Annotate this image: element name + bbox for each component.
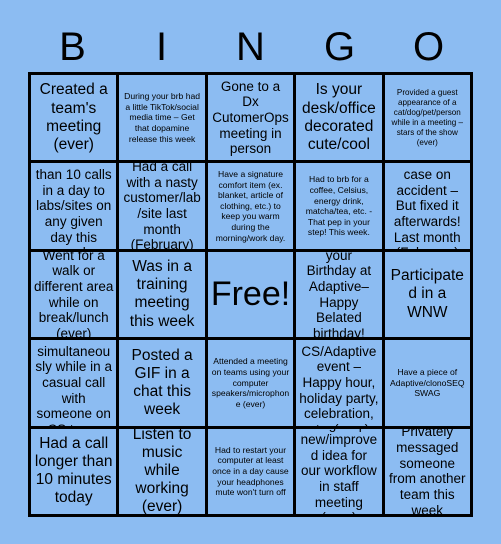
bingo-cell-text: Was in a training meeting this week: [129, 258, 195, 330]
bingo-cell[interactable]: Provided a guest appearance of a cat/dog…: [384, 75, 473, 164]
bingo-cell-text: Posted a GIF in a chat this week: [131, 346, 193, 419]
bingo-grid: Created a team's meeting (ever) During y…: [28, 72, 473, 517]
bingo-cell-text: Attended a CS/Adaptive event – Happy hou…: [299, 340, 379, 425]
bingo-cell-text: Participated in a WNW: [390, 267, 464, 321]
bingo-cell[interactable]: Was in a training meeting this week: [119, 251, 208, 341]
header-letter-g-text: G: [323, 25, 356, 69]
bingo-cell[interactable]: Is your desk/office decorated cute/cool: [296, 75, 385, 164]
bingo-cell[interactable]: Have a piece of Adaptive/clonoSEQ SWAG: [384, 340, 473, 429]
bingo-cell-text: Had a call with a nasty customer/lab/sit…: [123, 163, 201, 252]
bingo-cell-text: Have a signature comfort item (ex. blank…: [215, 169, 286, 243]
bingo-cell[interactable]: Brought up a new/improved idea for our w…: [296, 428, 385, 517]
bingo-cell[interactable]: Made more than 10 calls in a day to labs…: [31, 163, 120, 252]
bingo-cell-text: Closed a case on accident – But fixed it…: [393, 163, 461, 248]
bingo-cell[interactable]: Closed a case on accident – But fixed it…: [384, 163, 473, 252]
bingo-cell-text: Had to brb for a coffee, Celsius, energy…: [305, 174, 373, 238]
header-letter-i: I: [117, 22, 206, 72]
bingo-cell-text: During your brb had a little TikTok/soci…: [124, 91, 201, 144]
header-letter-b-text: B: [59, 25, 86, 69]
bingo-cell[interactable]: Had to restart your computer at least on…: [207, 428, 297, 517]
header-letter-g: G: [295, 22, 384, 72]
bingo-cell[interactable]: Posted a GIF in a chat this week: [119, 340, 208, 429]
header-letter-o-text: O: [412, 25, 445, 69]
bingo-cell-text: Have a piece of Adaptive/clonoSEQ SWAG: [390, 367, 465, 399]
bingo-cell[interactable]: Had to brb for a coffee, Celsius, energy…: [296, 163, 385, 252]
bingo-cell[interactable]: During your brb had a little TikTok/soci…: [119, 75, 208, 164]
bingo-cell-text: Went for a walk or different area while …: [34, 251, 114, 341]
bingo-cell[interactable]: Worked on your Birthday at Adaptive– Hap…: [296, 251, 385, 341]
bingo-cell-text: Worked simultaneously while in a casual …: [35, 340, 112, 425]
bingo-cell-text: Attended a meeting on teams using your c…: [211, 356, 290, 409]
bingo-cell-free-text: Free!: [210, 274, 291, 313]
bingo-cell[interactable]: Attended a meeting on teams using your c…: [207, 340, 297, 429]
bingo-cell[interactable]: Created a team's meeting (ever): [31, 75, 120, 164]
bingo-cell[interactable]: Had a call with a nasty customer/lab/sit…: [119, 163, 208, 252]
bingo-card: B I N G O Created a team's meeting (ever…: [0, 0, 501, 544]
bingo-header: B I N G O: [28, 22, 473, 72]
bingo-cell[interactable]: Had a call longer than 10 minutes today: [31, 428, 120, 517]
header-letter-i-text: I: [155, 25, 168, 69]
bingo-cell[interactable]: Attended a CS/Adaptive event – Happy hou…: [296, 340, 385, 429]
bingo-cell-free[interactable]: Free!: [207, 251, 297, 341]
header-letter-n-text: N: [236, 25, 265, 69]
bingo-cell[interactable]: Gone to a Dx CutomerOps meeting in perso…: [207, 75, 297, 164]
bingo-cell-text: Made more than 10 calls in a day to labs…: [35, 163, 112, 248]
bingo-cell-text: Privately messaged someone from another …: [389, 428, 466, 517]
bingo-cell[interactable]: Have a signature comfort item (ex. blank…: [207, 163, 297, 252]
bingo-cell-text: Had a call longer than 10 minutes today: [34, 435, 113, 507]
bingo-cell-text: Brought up a new/improved idea for our w…: [300, 429, 378, 514]
header-letter-o: O: [384, 22, 473, 72]
bingo-cell[interactable]: Privately messaged someone from another …: [384, 428, 473, 517]
bingo-cell-text: Gone to a Dx CutomerOps meeting in perso…: [212, 78, 289, 157]
bingo-cell-text: Created a team's meeting (ever): [39, 81, 108, 153]
bingo-cell-text: Had to restart your computer at least on…: [212, 444, 289, 498]
header-letter-n: N: [206, 22, 295, 72]
bingo-cell[interactable]: Participated in a WNW: [384, 251, 473, 341]
header-letter-b: B: [28, 22, 117, 72]
bingo-cell[interactable]: Worked simultaneously while in a casual …: [31, 340, 120, 429]
bingo-cell-text: Provided a guest appearance of a cat/dog…: [391, 87, 464, 147]
bingo-cell[interactable]: Went for a walk or different area while …: [31, 251, 120, 341]
bingo-cell-text: Worked on your Birthday at Adaptive– Hap…: [306, 251, 372, 341]
bingo-cell[interactable]: Listen to music while working (ever): [119, 428, 208, 517]
bingo-cell-text: Listen to music while working (ever): [132, 428, 192, 516]
bingo-cell-text: Is your desk/office decorated cute/cool: [301, 81, 376, 153]
